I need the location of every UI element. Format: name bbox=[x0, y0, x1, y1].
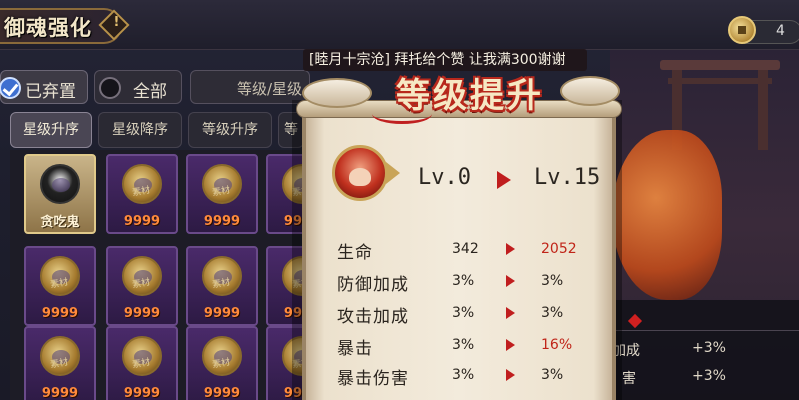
grid-item-material[interactable]: 素材9999 bbox=[106, 154, 178, 234]
item-count: 9999 bbox=[123, 214, 161, 229]
grid-item-material[interactable]: 素材9999 bbox=[106, 326, 178, 400]
grid-item-material[interactable]: 素材9999 bbox=[24, 326, 96, 400]
stat-new-value: 3% bbox=[541, 273, 564, 289]
grid-item-material[interactable]: 素材9999 bbox=[186, 246, 258, 326]
item-count: 9999 bbox=[203, 214, 241, 229]
arrow-right-icon bbox=[506, 307, 515, 319]
all-filter-label: 全部 bbox=[133, 82, 167, 102]
grid-item-material[interactable]: 素材9999 bbox=[24, 246, 96, 326]
stat-new-value: 3% bbox=[541, 305, 564, 321]
level-up-banner: 等级提升 bbox=[396, 76, 544, 116]
item-count: 9999 bbox=[203, 306, 241, 321]
level-to: Lv.15 bbox=[534, 165, 601, 190]
item-count: 9999 bbox=[123, 306, 161, 321]
stat-label: 攻击加成 bbox=[337, 307, 409, 327]
stat-new-value: 2052 bbox=[541, 241, 577, 257]
grid-item-material[interactable]: 素材9999 bbox=[186, 326, 258, 400]
stat-new-value: 3% bbox=[541, 367, 564, 383]
grid-item-name: 贪吃鬼 bbox=[40, 215, 80, 230]
side-stat-label-2: 害 bbox=[622, 371, 636, 387]
arrow-right-icon bbox=[497, 171, 511, 189]
side-stat-value-1: +3% bbox=[692, 340, 726, 356]
arrow-right-icon bbox=[506, 369, 515, 381]
ghost-portrait-icon bbox=[40, 164, 80, 204]
discarded-filter-checkbox[interactable]: 已弃置 bbox=[0, 70, 88, 104]
divider bbox=[610, 330, 799, 331]
all-filter-radio[interactable]: 全部 bbox=[94, 70, 182, 104]
avatar bbox=[332, 145, 388, 201]
tab-star-descending[interactable]: 星级降序 bbox=[98, 112, 182, 148]
grid-item-gluttonous-ghost[interactable]: 贪吃鬼 bbox=[24, 154, 96, 234]
level-star-select[interactable]: 等级/星级 bbox=[190, 70, 310, 104]
avatar-pointer bbox=[386, 162, 400, 184]
stat-label: 防御加成 bbox=[337, 275, 409, 295]
arrow-right-icon bbox=[506, 243, 515, 255]
stat-old-value: 3% bbox=[452, 305, 475, 321]
stat-new-value: 16% bbox=[541, 337, 573, 353]
item-count: 9999 bbox=[41, 306, 79, 321]
item-count: 9999 bbox=[203, 386, 241, 400]
item-count: 9999 bbox=[41, 386, 79, 400]
stat-label: 暴击 bbox=[337, 339, 373, 359]
side-stat-value-2: +3% bbox=[692, 368, 726, 384]
check-icon bbox=[0, 77, 21, 99]
tab-star-ascending[interactable]: 星级升序 bbox=[10, 112, 92, 148]
item-count: 9999 bbox=[123, 386, 161, 400]
level-from: Lv.0 bbox=[418, 165, 471, 190]
radio-icon bbox=[99, 77, 121, 99]
stat-label: 暴击伤害 bbox=[337, 369, 409, 389]
coin-value: 4 bbox=[776, 23, 785, 39]
grid-item-material[interactable]: 素材9999 bbox=[186, 154, 258, 234]
game-screen: 御魂强化 ! 4 已弃置 全部 等级/星级 星级升序 星级降序 等级升序 等 贪… bbox=[0, 0, 799, 400]
arrow-right-icon bbox=[506, 339, 515, 351]
arrow-right-icon bbox=[506, 275, 515, 287]
character-art bbox=[612, 130, 722, 300]
coin-icon bbox=[728, 16, 756, 44]
stat-label: 生命 bbox=[337, 243, 373, 263]
stat-old-value: 3% bbox=[452, 273, 475, 289]
discarded-filter-label: 已弃置 bbox=[25, 82, 76, 102]
stat-old-value: 3% bbox=[452, 337, 475, 353]
grid-item-material[interactable]: 素材9999 bbox=[106, 246, 178, 326]
page-title: 御魂强化 bbox=[4, 16, 92, 40]
stat-old-value: 3% bbox=[452, 367, 475, 383]
level-star-select-label: 等级/星级 bbox=[237, 80, 303, 98]
stat-old-value: 342 bbox=[452, 241, 479, 257]
tab-level-ascending[interactable]: 等级升序 bbox=[188, 112, 272, 148]
